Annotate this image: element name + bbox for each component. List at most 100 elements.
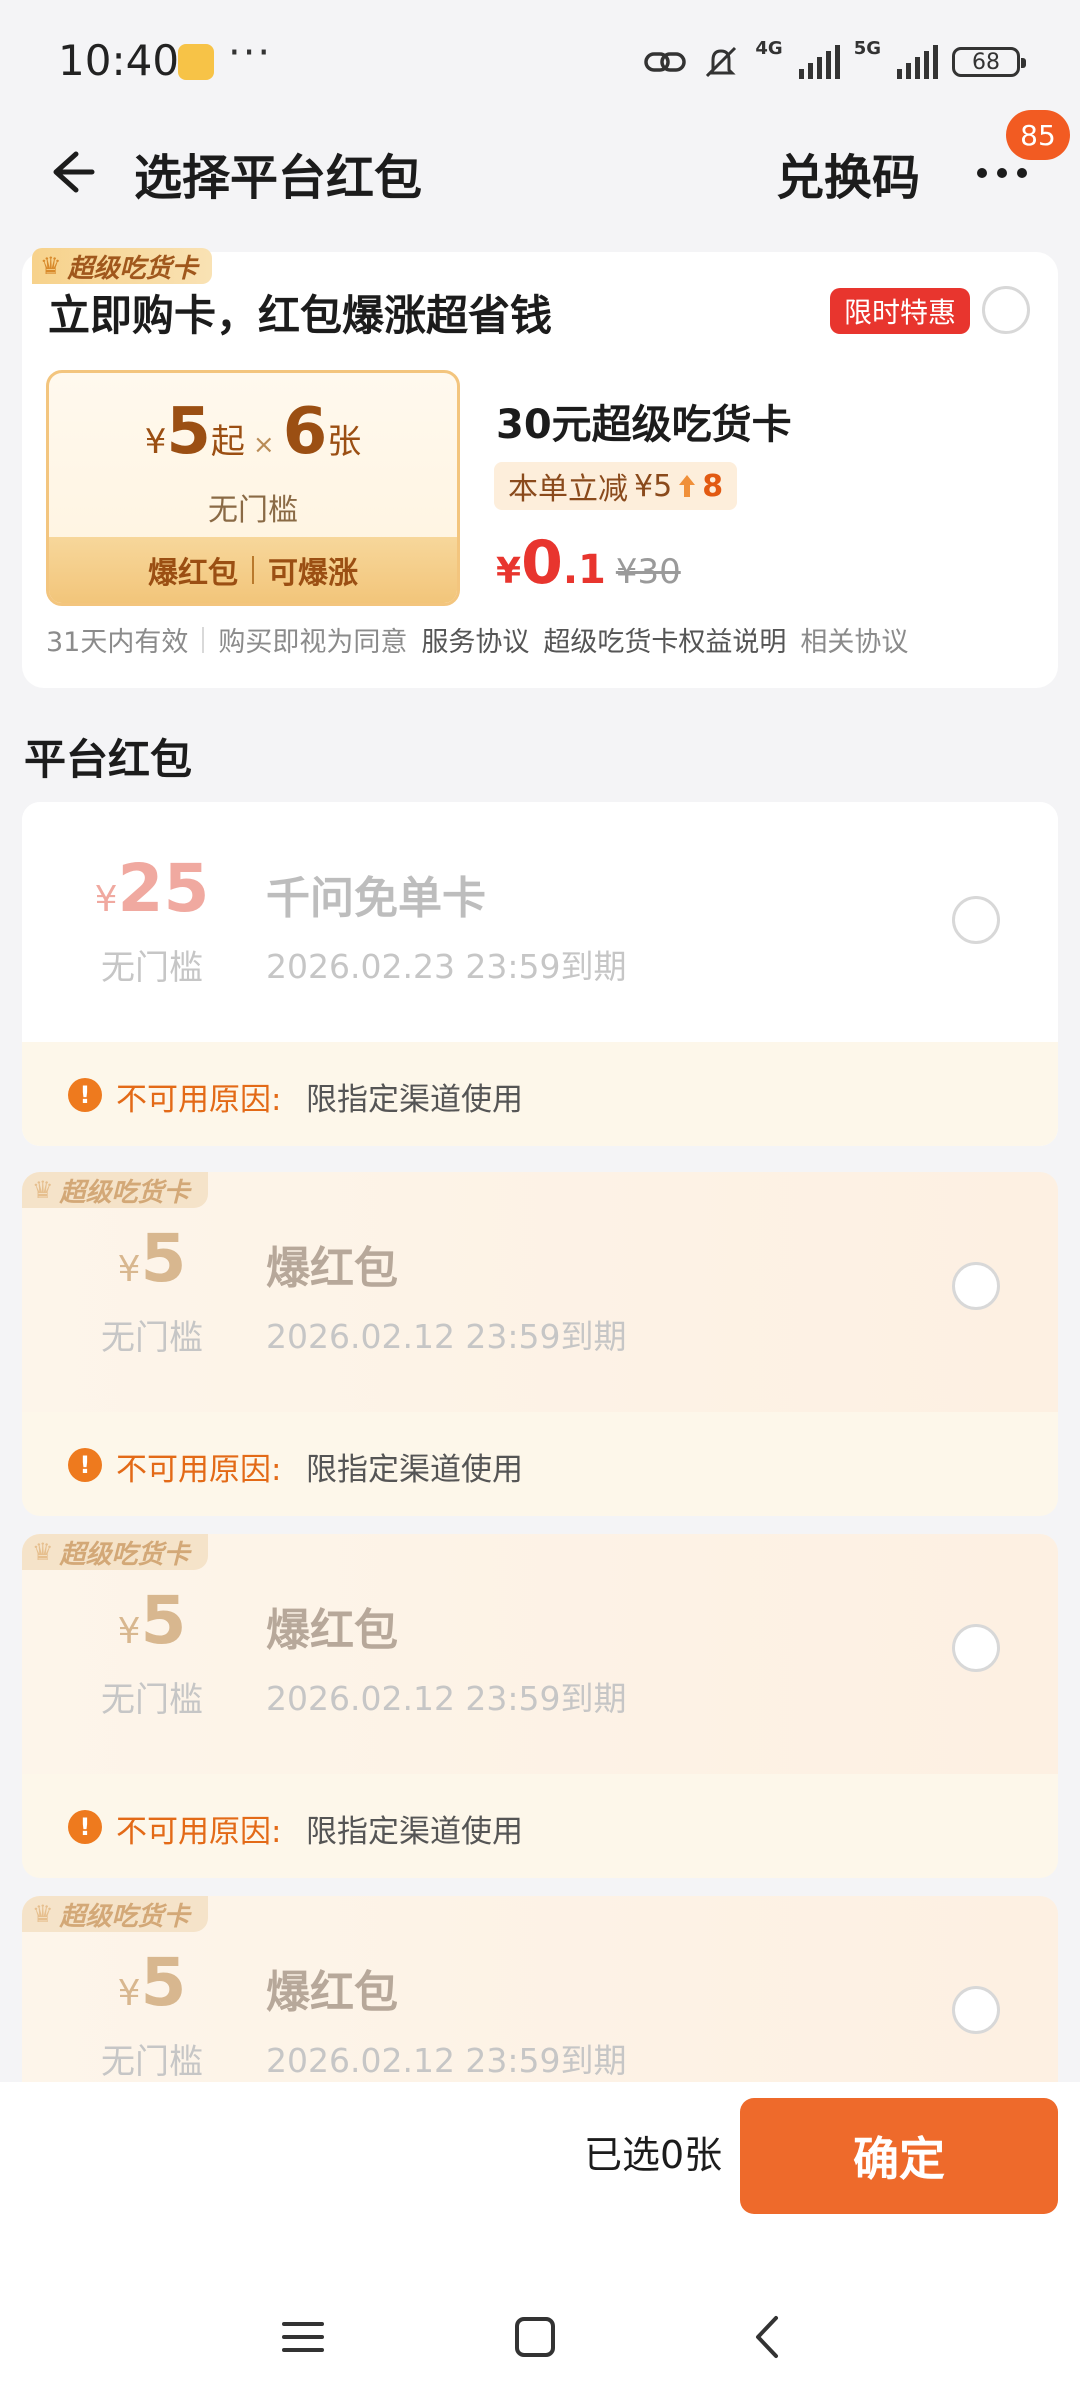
- signal-icon: [798, 45, 840, 79]
- amount-value: 25: [117, 850, 210, 927]
- warning-icon: !: [68, 1810, 102, 1844]
- super-card-tag: ♛ 超级吃货卡: [22, 1172, 208, 1208]
- coupon-select-radio[interactable]: [952, 1262, 1000, 1310]
- super-card-threshold: 无门槛: [208, 493, 298, 528]
- times-sign: ×: [252, 430, 275, 460]
- amount-value: 5: [166, 395, 211, 469]
- reduce-badge: 本单立减 ¥5 8: [494, 462, 738, 510]
- count-unit: 张: [327, 422, 362, 462]
- coupon-threshold: 无门槛: [101, 2042, 203, 2082]
- limited-offer-tag: 限时特惠: [830, 288, 971, 334]
- coupon-body: ♛ 超级吃货卡 ¥5 无门槛 爆红包 2026.02.12 23:59到期: [22, 1172, 1058, 1412]
- count-value: 6: [282, 395, 328, 469]
- promo-headline: 立即购卡，红包爆涨超省钱: [48, 291, 553, 340]
- coupon-threshold: 无门槛: [101, 1680, 203, 1720]
- divider: [252, 556, 254, 584]
- confirm-button[interactable]: 确定: [740, 2098, 1058, 2214]
- bottom-action-bar: 已选0张 确定: [0, 2082, 1080, 2400]
- reason-label: 不可用原因:: [116, 1082, 282, 1118]
- coupon-body: ♛ 超级吃货卡 ¥5 无门槛 爆红包 2026.02.12 23:59到期: [22, 1534, 1058, 1774]
- signal-icon-2: [897, 45, 938, 79]
- coupon-amount: ¥5: [62, 1220, 242, 1297]
- reason-label: 不可用原因:: [116, 1814, 282, 1850]
- coupon-select-radio[interactable]: [952, 1624, 1000, 1672]
- warning-icon: !: [68, 1448, 102, 1482]
- coupon-name: 爆红包: [266, 1967, 398, 2018]
- super-tag-text: 超级吃货卡: [59, 1177, 190, 1208]
- reduce-text: 本单立减: [508, 472, 628, 507]
- battery-icon: 68: [952, 47, 1026, 77]
- reason-text: 限指定渠道使用: [306, 1082, 523, 1118]
- home-icon[interactable]: [510, 2312, 560, 2362]
- warning-icon: !: [68, 1078, 102, 1112]
- section-title: 平台红包: [24, 735, 193, 784]
- reason-label: 不可用原因:: [116, 1452, 282, 1488]
- coupon-card[interactable]: ¥25 无门槛 千问免单卡 2026.02.23 23:59到期 ! 不可用原因…: [22, 802, 1058, 1146]
- coupon-card[interactable]: ♛ 超级吃货卡 ¥5 无门槛 爆红包 2026.02.12 23:59到期: [22, 1896, 1058, 2082]
- coupon-expiry: 2026.02.12 23:59到期: [266, 1317, 627, 1356]
- coupon-body: ♛ 超级吃货卡 ¥5 无门槛 爆红包 2026.02.12 23:59到期: [22, 1896, 1058, 2082]
- related-agreement-link[interactable]: 相关协议: [800, 620, 908, 659]
- more-badge: 85: [1006, 110, 1070, 160]
- status-time: 10:40: [58, 36, 180, 85]
- crown-icon: ♛: [40, 252, 62, 280]
- reduce-to: 8: [702, 468, 724, 504]
- reason-text: 限指定渠道使用: [306, 1452, 523, 1488]
- coupon-card[interactable]: ♛ 超级吃货卡 ¥5 无门槛 爆红包 2026.02.12 23:59到期 ! 不…: [22, 1172, 1058, 1516]
- back-nav-icon[interactable]: [744, 2312, 794, 2362]
- status-bar: 10:40 ··· 4G 5G 68: [0, 0, 1080, 120]
- coupon-amount: ¥5: [62, 1582, 242, 1659]
- rights-explanation-link[interactable]: 超级吃货卡权益说明: [543, 620, 786, 659]
- unavailable-reason-row: ! 不可用原因: 限指定渠道使用: [22, 1412, 1058, 1516]
- coupon-card[interactable]: ♛ 超级吃货卡 ¥5 无门槛 爆红包 2026.02.12 23:59到期 ! 不…: [22, 1534, 1058, 1878]
- currency-symbol: ¥: [117, 1249, 141, 1290]
- app-notification-icon: [178, 44, 214, 80]
- feature-burst: 爆红包: [148, 556, 238, 591]
- currency-symbol: ¥: [94, 879, 118, 920]
- super-card-tag: ♛ 超级吃货卡: [22, 1534, 208, 1570]
- more-notifications-icon: ···: [228, 30, 273, 76]
- super-card-tag: ♛ 超级吃货卡: [22, 1896, 208, 1932]
- price-decimal: .1: [562, 547, 606, 593]
- network-5g-label: 5G: [853, 38, 881, 59]
- coupon-amount: ¥25: [62, 850, 242, 927]
- coupon-expiry: 2026.02.23 23:59到期: [266, 947, 627, 986]
- up-arrow-icon: [679, 475, 696, 497]
- network-4g-label: 4G: [755, 38, 783, 59]
- more-icon[interactable]: [972, 158, 1032, 188]
- coupon-expiry: 2026.02.12 23:59到期: [266, 1679, 627, 1718]
- service-agreement-link[interactable]: 服务协议: [421, 620, 529, 659]
- divider: [202, 626, 205, 653]
- amount-from: 起: [210, 422, 245, 462]
- coupon-expiry: 2026.02.12 23:59到期: [266, 2041, 627, 2080]
- reason-text: 限指定渠道使用: [306, 1814, 523, 1850]
- menu-icon[interactable]: [278, 2312, 328, 2362]
- card-price: ¥0.1 ¥30: [496, 528, 681, 598]
- unavailable-reason-row: ! 不可用原因: 限指定渠道使用: [22, 1774, 1058, 1878]
- promo-select-radio[interactable]: [982, 286, 1030, 334]
- status-icons: 4G 5G 68: [643, 38, 1026, 84]
- super-card-label: ♛ 超级吃货卡: [32, 248, 212, 284]
- coupon-name: 爆红包: [266, 1243, 398, 1294]
- selected-count: 已选0张: [584, 2133, 723, 2177]
- coupon-threshold: 无门槛: [101, 1318, 203, 1358]
- original-price: ¥30: [615, 552, 681, 592]
- coupon-select-radio[interactable]: [952, 896, 1000, 944]
- link-icon: [644, 52, 687, 72]
- amount-value: 5: [140, 1582, 187, 1659]
- super-card-image: ¥5起 × 6张 无门槛 爆红包 可爆涨: [46, 370, 460, 606]
- mute-bell-icon: [706, 46, 737, 78]
- unavailable-reason-row: ! 不可用原因: 限指定渠道使用: [22, 1042, 1058, 1146]
- coupon-select-radio[interactable]: [952, 1986, 1000, 2034]
- feature-boost: 可爆涨: [268, 556, 358, 591]
- coupon-name: 千问免单卡: [266, 873, 486, 924]
- back-arrow-icon[interactable]: [40, 142, 100, 202]
- exchange-code-button[interactable]: 兑换码: [776, 138, 920, 208]
- price-integer: 0: [521, 528, 563, 598]
- reduce-from: ¥5: [634, 468, 673, 504]
- card-name: 30元超级吃货卡: [496, 402, 792, 448]
- title-bar: 选择平台红包 兑换码 85: [0, 110, 1080, 230]
- promo-card[interactable]: 立即购卡，红包爆涨超省钱 限时特惠 ¥5起 × 6张 无门槛 爆红包 可爆涨 ♛ 超…: [22, 248, 1058, 688]
- coupon-body: ¥25 无门槛 千问免单卡 2026.02.23 23:59到期: [22, 802, 1058, 1042]
- coupon-threshold: 无门槛: [101, 948, 203, 988]
